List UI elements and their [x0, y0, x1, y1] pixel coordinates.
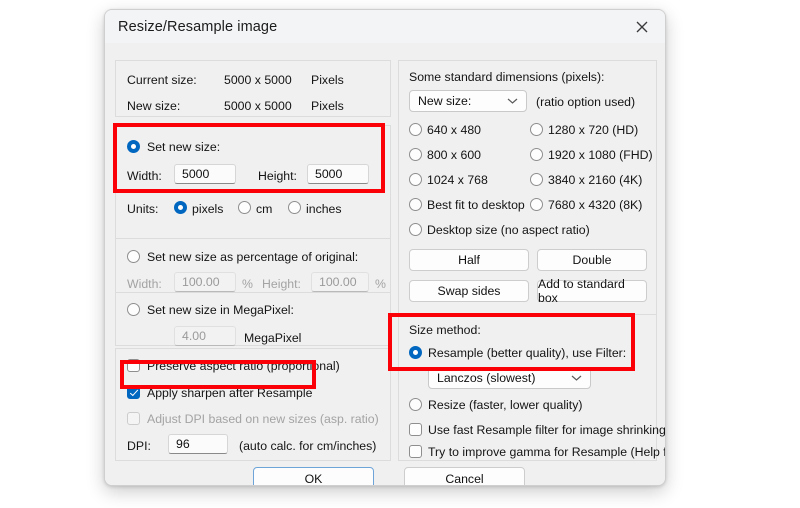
standard-size-dropdown-value: New size:	[418, 94, 472, 108]
resize-options-group: Preserve aspect ratio (proportional) App…	[115, 348, 391, 461]
preset-1920x1080-label: 1920 x 1080 (FHD)	[548, 148, 653, 162]
adjust-dpi-label: Adjust DPI based on new sizes (asp. rati…	[147, 412, 379, 426]
preset-1280x720-radio[interactable]	[530, 123, 543, 136]
preset-1920x1080-radio[interactable]	[530, 148, 543, 161]
chevron-down-icon	[571, 375, 582, 382]
width-label: Width:	[127, 169, 162, 183]
megapixel-group: Set new size in MegaPixel: 4.00 MegaPixe…	[115, 292, 391, 346]
units-cm-radio[interactable]	[238, 201, 251, 214]
fast-resample-filter-label: Use fast Resample filter for image shrin…	[428, 423, 666, 437]
units-pixels-label: pixels	[192, 202, 224, 216]
dpi-label: DPI:	[127, 439, 151, 453]
units-cm-label: cm	[256, 202, 273, 216]
new-size-value: 5000 x 5000	[224, 99, 292, 113]
megapixel-label: Set new size in MegaPixel:	[147, 303, 294, 317]
size-method-title: Size method:	[409, 323, 481, 337]
standard-size-dropdown-hint: (ratio option used)	[536, 95, 636, 109]
standard-dimensions-title: Some standard dimensions (pixels):	[409, 70, 605, 84]
preset-7680x4320-label: 7680 x 4320 (8K)	[548, 198, 643, 212]
fast-resample-filter-checkbox[interactable]	[409, 423, 422, 436]
standard-size-dropdown[interactable]: New size:	[409, 90, 527, 112]
resize-label: Resize (faster, lower quality)	[428, 398, 583, 412]
preset-640x480-label: 640 x 480	[427, 123, 482, 137]
half-button[interactable]: Half	[409, 249, 529, 271]
set-new-size-radio[interactable]	[127, 140, 140, 153]
preset-3840x2160-label: 3840 x 2160 (4K)	[548, 173, 643, 187]
resize-radio[interactable]	[409, 398, 422, 411]
title-bar: Resize/Resample image	[105, 10, 665, 46]
filter-dropdown[interactable]: Lanczos (slowest)	[428, 367, 591, 389]
page-title: Resize/Resample image	[118, 19, 278, 35]
dialog-body: Current size: 5000 x 5000 Pixels New siz…	[105, 43, 665, 485]
preset-desktop-size-label: Desktop size (no aspect ratio)	[427, 223, 590, 237]
preset-640x480-radio[interactable]	[409, 123, 422, 136]
set-new-size-label: Set new size:	[147, 140, 221, 154]
close-icon[interactable]	[619, 10, 665, 43]
resample-radio[interactable]	[409, 346, 422, 359]
apply-sharpen-checkbox[interactable]	[127, 386, 140, 399]
current-size-group: Current size: 5000 x 5000 Pixels New siz…	[115, 60, 391, 117]
units-label: Units:	[127, 202, 159, 216]
preset-1024x768-radio[interactable]	[409, 173, 422, 186]
percentage-width-input[interactable]: 100.00	[174, 272, 236, 292]
percentage-height-label: Height:	[262, 277, 301, 291]
double-button[interactable]: Double	[537, 249, 647, 271]
cancel-button[interactable]: Cancel	[404, 467, 525, 485]
height-input[interactable]: 5000	[307, 164, 369, 184]
preset-best-fit-label: Best fit to desktop	[427, 198, 525, 212]
preset-desktop-size-radio[interactable]	[409, 223, 422, 236]
add-to-standard-box-button[interactable]: Add to standard box	[537, 277, 647, 305]
percentage-width-label: Width:	[127, 277, 162, 291]
current-size-value: 5000 x 5000	[224, 73, 292, 87]
percentage-height-unit: %	[375, 277, 386, 291]
preset-3840x2160-radio[interactable]	[530, 173, 543, 186]
improve-gamma-checkbox[interactable]	[409, 445, 422, 458]
percentage-label: Set new size as percentage of original:	[147, 250, 359, 264]
ok-button[interactable]: OK	[253, 467, 374, 485]
megapixel-unit-label: MegaPixel	[244, 331, 302, 345]
preset-1280x720-label: 1280 x 720 (HD)	[548, 123, 639, 137]
apply-sharpen-label: Apply sharpen after Resample	[147, 386, 313, 400]
size-method-group: Size method: Resample (better quality), …	[398, 314, 665, 461]
units-inches-label: inches	[306, 202, 342, 216]
width-input[interactable]: 5000	[174, 164, 236, 184]
percentage-height-input[interactable]: 100.00	[311, 272, 369, 292]
chevron-down-icon	[507, 98, 518, 105]
percentage-radio[interactable]	[127, 250, 140, 263]
improve-gamma-label: Try to improve gamma for Resample (Help …	[428, 445, 666, 459]
preserve-aspect-label: Preserve aspect ratio (proportional)	[147, 359, 340, 373]
preset-7680x4320-radio[interactable]	[530, 198, 543, 211]
preset-800x600-radio[interactable]	[409, 148, 422, 161]
units-inches-radio[interactable]	[288, 201, 301, 214]
percentage-group: Set new size as percentage of original: …	[115, 238, 391, 295]
preset-1024x768-label: 1024 x 768	[427, 173, 488, 187]
current-size-unit: Pixels	[311, 73, 344, 87]
dpi-hint: (auto calc. for cm/inches)	[239, 439, 377, 453]
percentage-width-unit: %	[242, 277, 253, 291]
set-new-size-group: Set new size: Width: 5000 Height: 5000 U…	[115, 125, 391, 241]
preserve-aspect-checkbox[interactable]	[127, 359, 140, 372]
current-size-label: Current size:	[127, 73, 197, 87]
new-size-unit: Pixels	[311, 99, 344, 113]
units-pixels-radio[interactable]	[174, 201, 187, 214]
dpi-input[interactable]: 96	[168, 434, 228, 454]
standard-dimensions-group: Some standard dimensions (pixels): New s…	[398, 60, 657, 316]
preset-best-fit-radio[interactable]	[409, 198, 422, 211]
swap-sides-button[interactable]: Swap sides	[409, 280, 529, 302]
new-size-label: New size:	[127, 99, 181, 113]
adjust-dpi-checkbox	[127, 412, 140, 425]
resize-resample-dialog: Resize/Resample image Current size: 5000…	[104, 9, 666, 486]
height-label: Height:	[258, 169, 297, 183]
megapixel-radio[interactable]	[127, 303, 140, 316]
megapixel-input[interactable]: 4.00	[174, 326, 236, 346]
filter-dropdown-value: Lanczos (slowest)	[437, 371, 536, 385]
resample-label: Resample (better quality), use Filter:	[428, 346, 627, 360]
preset-800x600-label: 800 x 600	[427, 148, 482, 162]
